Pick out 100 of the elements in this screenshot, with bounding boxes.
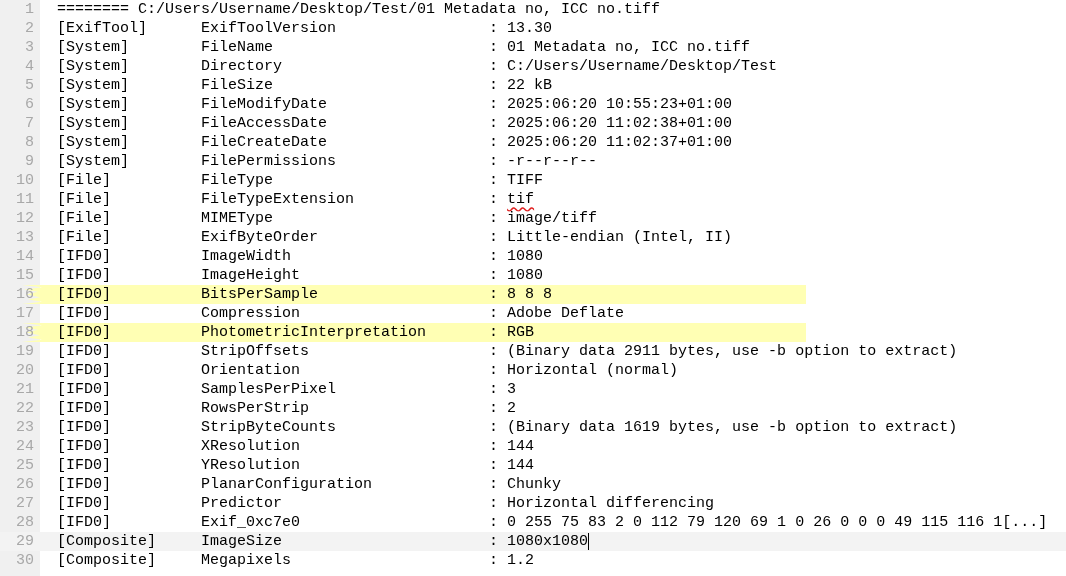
group-name: [IFD0] xyxy=(57,514,111,531)
line-number: 16 xyxy=(15,285,34,304)
separator: : xyxy=(489,361,499,380)
line-number: 23 xyxy=(15,418,34,437)
text-editor[interactable] xyxy=(0,0,1066,576)
group-name: [IFD0] xyxy=(57,419,111,436)
group-name: [IFD0] xyxy=(57,362,111,379)
line-number: 9 xyxy=(24,152,34,171)
group-name: [Composite] xyxy=(57,552,157,569)
tag-value: 1080 xyxy=(507,247,544,266)
group-name: [IFD0] xyxy=(57,305,111,322)
tag-value: 2025:06:20 10:55:23+01:00 xyxy=(507,95,733,114)
tag-name: PhotometricInterpretation xyxy=(201,324,427,341)
tag-value: 0 255 75 83 2 0 112 79 120 69 1 0 26 0 0 0 49 115 116 1[...] xyxy=(507,513,1048,532)
separator: : xyxy=(489,228,499,247)
tag-value: 2025:06:20 11:02:37+01:00 xyxy=(507,133,733,152)
line-number: 20 xyxy=(15,361,34,380)
text-cursor xyxy=(588,533,590,550)
line-number: 3 xyxy=(24,38,34,57)
tag-value: 1.2 xyxy=(507,551,535,570)
line-number: 8 xyxy=(24,133,34,152)
tag-value: RGB xyxy=(507,323,535,342)
tag-value: 2 xyxy=(507,399,517,418)
line-number: 27 xyxy=(15,494,34,513)
group-name: [IFD0] xyxy=(57,495,111,512)
tag-name: Compression xyxy=(201,305,301,322)
line-number: 14 xyxy=(15,247,34,266)
group-name: [System] xyxy=(57,96,129,113)
tag-name: FileAccessDate xyxy=(201,115,328,132)
tag-value: image/tiff xyxy=(507,209,598,228)
tag-name: Predictor xyxy=(201,495,283,512)
group-name: [IFD0] xyxy=(57,457,111,474)
tag-value: 2025:06:20 11:02:38+01:00 xyxy=(507,114,733,133)
separator: : xyxy=(489,399,499,418)
line-number: 11 xyxy=(15,190,34,209)
tag-name: FileType xyxy=(201,172,274,189)
tag-name: ExifByteOrder xyxy=(201,229,319,246)
tag-value: 22 kB xyxy=(507,76,553,95)
line-number: 24 xyxy=(15,437,34,456)
tag-name: Directory xyxy=(201,58,283,75)
line-number: 19 xyxy=(15,342,34,361)
line-number: 13 xyxy=(15,228,34,247)
tag-name: SamplesPerPixel xyxy=(201,381,337,398)
file-header: ======== C:/Users/Username/Desktop/Test/01 Metadata no, ICC no.tiff xyxy=(57,0,661,19)
tag-name: FilePermissions xyxy=(201,153,337,170)
group-name: [System] xyxy=(57,153,129,170)
tag-name: Megapixels xyxy=(201,552,292,569)
group-name: [IFD0] xyxy=(57,438,111,455)
tag-value: 1080 xyxy=(507,266,544,285)
group-name: [System] xyxy=(57,134,129,151)
line-number: 25 xyxy=(15,456,34,475)
group-name: [System] xyxy=(57,58,129,75)
group-name: [IFD0] xyxy=(57,267,111,284)
tag-value: Adobe Deflate xyxy=(507,304,625,323)
separator: : xyxy=(489,114,499,133)
group-name: [IFD0] xyxy=(57,476,111,493)
tag-name: ExifToolVersion xyxy=(201,20,337,37)
separator: : xyxy=(489,247,499,266)
separator: : xyxy=(489,342,499,361)
group-name: [ExifTool] xyxy=(57,20,147,37)
group-name: [File] xyxy=(57,210,111,227)
tag-value: (Binary data 1619 bytes, use -b option to extract) xyxy=(507,418,958,437)
tag-value: TIFF xyxy=(507,171,544,190)
tag-name: FileModifyDate xyxy=(201,96,328,113)
group-name: [Composite] xyxy=(57,533,157,550)
tag-name: FileTypeExtension xyxy=(201,191,355,208)
tag-name: FileCreateDate xyxy=(201,134,328,151)
tag-value: Horizontal differencing xyxy=(507,494,715,513)
tag-name: StripByteCounts xyxy=(201,419,337,436)
separator: : xyxy=(489,551,499,570)
separator: : xyxy=(489,152,499,171)
separator: : xyxy=(489,133,499,152)
tag-name: XResolution xyxy=(201,438,301,455)
tag-value: 13.30 xyxy=(507,19,553,38)
line-number: 7 xyxy=(24,114,34,133)
group-name: [IFD0] xyxy=(57,381,111,398)
separator: : xyxy=(489,532,499,551)
separator: : xyxy=(489,38,499,57)
line-number: 22 xyxy=(15,399,34,418)
separator: : xyxy=(489,418,499,437)
separator: : xyxy=(489,171,499,190)
separator: : xyxy=(489,57,499,76)
tag-value: 144 xyxy=(507,437,535,456)
line-number: 28 xyxy=(15,513,34,532)
group-name: [IFD0] xyxy=(57,324,111,341)
group-name: [File] xyxy=(57,172,111,189)
separator: : xyxy=(489,494,499,513)
separator: : xyxy=(489,475,499,494)
tag-name: StripOffsets xyxy=(201,343,310,360)
tag-value: Little-endian (Intel, II) xyxy=(507,228,733,247)
separator: : xyxy=(489,266,499,285)
tag-value: 01 Metadata no, ICC no.tiff xyxy=(507,38,751,57)
tag-name: ImageWidth xyxy=(201,248,292,265)
tag-name: Orientation xyxy=(201,362,301,379)
separator: : xyxy=(489,190,499,209)
tag-value: -r--r--r-- xyxy=(507,152,598,171)
tag-name: RowsPerStrip xyxy=(201,400,310,417)
separator: : xyxy=(489,19,499,38)
tag-value: 8 8 8 xyxy=(507,285,553,304)
separator: : xyxy=(489,323,499,342)
